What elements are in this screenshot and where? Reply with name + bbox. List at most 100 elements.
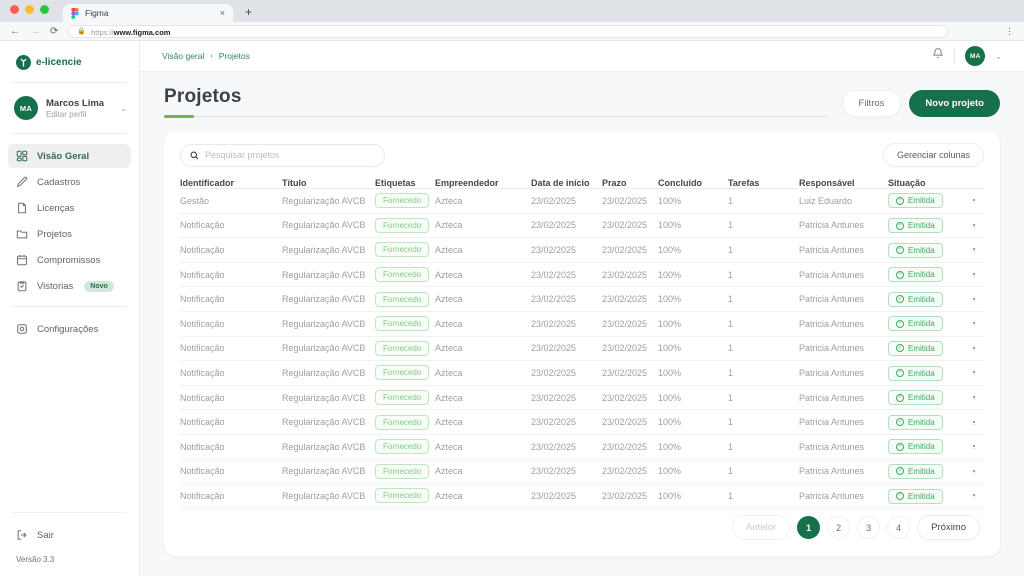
sidebar-item-cadastros[interactable]: Cadastros [8, 170, 131, 194]
logout-icon [17, 530, 27, 540]
cell-identificador: Notificação [180, 417, 225, 428]
row-menu-button[interactable]: ⋮ [964, 420, 984, 425]
row-menu-button[interactable]: ⋮ [964, 395, 984, 400]
sidebar-item-visao-geral[interactable]: Visão Geral [8, 144, 131, 168]
new-project-button[interactable]: Novo projeto [909, 90, 1000, 117]
sidebar-item-label: Licenças [37, 202, 75, 214]
row-menu-button[interactable]: ⋮ [964, 370, 984, 375]
page-button-2[interactable]: 2 [827, 516, 851, 539]
manage-columns-button[interactable]: Gerenciar colunas [882, 143, 984, 167]
row-menu-button[interactable]: ⋮ [964, 321, 984, 326]
row-menu-button[interactable]: ⋮ [964, 223, 984, 228]
browser-toolbar: ← → ⟳ 🔒 https://www.figma.com ⋮ [0, 22, 1024, 41]
table-row[interactable]: Notificação Regularização AVCB Fornecedo… [180, 435, 984, 460]
cell-situacao: ✓ Emitida [888, 267, 964, 283]
main: Visão geral › Projetos MA ⌄ Projetos Fil… [140, 41, 1024, 576]
sidebar-item-licencas[interactable]: Licenças [8, 196, 131, 220]
forward-button[interactable]: → [30, 26, 40, 37]
notifications-button[interactable] [932, 47, 944, 65]
sidebar-item-compromissos[interactable]: Compromissos [8, 248, 131, 272]
cell-concluido: 100% [658, 343, 682, 354]
topbar-avatar[interactable]: MA [965, 46, 986, 66]
table-row[interactable]: Notificação Regularização AVCB Fornecedo… [180, 337, 984, 362]
cell-identificador: Notificação [180, 441, 225, 452]
next-page-button[interactable]: Próximo [917, 515, 980, 540]
tab-close-icon[interactable]: × [220, 8, 225, 18]
new-tab-button[interactable]: + [245, 5, 252, 22]
table-row[interactable]: Notificação Regularização AVCB Fornecedo… [180, 214, 984, 239]
table-row[interactable]: Notificação Regularização AVCB Fornecedo… [180, 263, 984, 288]
cell-concluido: 100% [658, 490, 682, 501]
page-button-3[interactable]: 3 [857, 516, 881, 539]
page-button-4[interactable]: 4 [887, 516, 911, 539]
search-input[interactable] [205, 150, 375, 160]
cell-etiquetas: Fornecedo [375, 390, 435, 406]
cell-identificador: Gestão [180, 195, 210, 206]
sidebar-item-vistorias[interactable]: Vistorias Novo [8, 274, 131, 298]
minimize-window-button[interactable] [25, 4, 34, 14]
page-button-1[interactable]: 1 [797, 516, 821, 539]
search-box[interactable] [180, 143, 385, 167]
browser-tab-bar: Figma × + [0, 0, 1024, 22]
cell-concluido: 100% [658, 195, 682, 206]
previous-page-button[interactable]: Anteior [732, 515, 791, 540]
close-window-button[interactable] [10, 4, 19, 14]
cell-situacao: ✓ Emitida [888, 316, 964, 332]
column-header: Empreendedor [435, 178, 499, 188]
check-circle-icon: ✓ [896, 369, 904, 378]
cell-responsavel: Patricia Antunes [799, 490, 865, 501]
row-menu-button[interactable]: ⋮ [964, 247, 984, 252]
cell-concluido: 100% [658, 318, 682, 329]
profile-menu[interactable]: MA Marcos Lima Editar perfil ⌄ [0, 83, 139, 133]
chevron-down-icon[interactable]: ⌄ [995, 52, 1002, 61]
cell-etiquetas: Fornecedo [375, 439, 435, 455]
app-logo[interactable]: e-licencie [0, 55, 139, 82]
table-row[interactable]: Notificação Regularização AVCB Fornecedo… [180, 410, 984, 435]
table-row[interactable]: Notificação Regularização AVCB Fornecedo… [180, 361, 984, 386]
sidebar-item-projetos[interactable]: Projetos [8, 222, 131, 246]
row-menu-button[interactable]: ⋮ [964, 493, 984, 498]
maximize-window-button[interactable] [40, 4, 49, 14]
table-row[interactable]: Notificação Regularização AVCB Fornecedo… [180, 460, 984, 485]
table-row[interactable]: Notificação Regularização AVCB Fornecedo… [180, 386, 984, 411]
table-row[interactable]: Gestão Regularização AVCB Fornecedo Azte… [180, 189, 984, 214]
cell-responsavel: Patricia Antunes [799, 269, 865, 280]
url-bar[interactable]: 🔒 https://www.figma.com [68, 24, 949, 38]
row-menu-button[interactable]: ⋮ [964, 346, 984, 351]
filters-button[interactable]: Filtros [841, 90, 902, 117]
cell-situacao: ✓ Emitida [888, 439, 964, 455]
table-row[interactable]: Notificação Regularização AVCB Fornecedo… [180, 287, 984, 312]
cell-concluido: 100% [658, 269, 682, 280]
cell-titulo: Regularização AVCB [282, 195, 366, 206]
bell-icon [932, 48, 944, 59]
cell-responsavel: Patricia Antunes [799, 417, 865, 428]
row-menu-button[interactable]: ⋮ [964, 297, 984, 302]
refresh-button[interactable]: ⟳ [50, 26, 58, 37]
cell-empreendedor: Azteca [435, 367, 463, 378]
table-row[interactable]: Notificação Regularização AVCB Fornecedo… [180, 238, 984, 263]
row-menu-button[interactable]: ⋮ [964, 444, 984, 449]
etiqueta-badge: Fornecedo [375, 414, 430, 430]
cell-situacao: ✓ Emitida [888, 340, 964, 356]
back-button[interactable]: ← [10, 26, 20, 37]
browser-menu-icon[interactable]: ⋮ [1005, 26, 1014, 37]
cell-data-inicio: 23/02/2025 [531, 269, 577, 280]
breadcrumb-separator: › [210, 52, 213, 60]
sidebar-item-label: Cadastros [37, 176, 81, 188]
logout-button[interactable]: Sair [8, 523, 131, 547]
sidebar-item-configuracoes[interactable]: Configurações [8, 317, 131, 341]
cell-concluido: 100% [658, 417, 682, 428]
breadcrumb-parent[interactable]: Visão geral [162, 51, 204, 61]
cell-titulo: Regularização AVCB [282, 417, 366, 428]
cell-titulo: Regularização AVCB [282, 220, 366, 231]
sidebar-item-label: Compromissos [37, 254, 101, 266]
projects-card: Gerenciar colunas Identificador Título Eti… [164, 131, 1000, 556]
row-menu-button[interactable]: ⋮ [964, 272, 984, 277]
browser-tab[interactable]: Figma × [63, 4, 233, 22]
cell-prazo: 23/02/2025 [602, 466, 648, 477]
row-menu-button[interactable]: ⋮ [964, 469, 984, 474]
table-row[interactable]: Notificação Regularização AVCB Fornecedo… [180, 312, 984, 337]
edit-profile-link[interactable]: Editar perfil [46, 110, 104, 119]
url-domain: www.figma.com [113, 28, 171, 37]
row-menu-button[interactable]: ⋮ [964, 198, 984, 203]
